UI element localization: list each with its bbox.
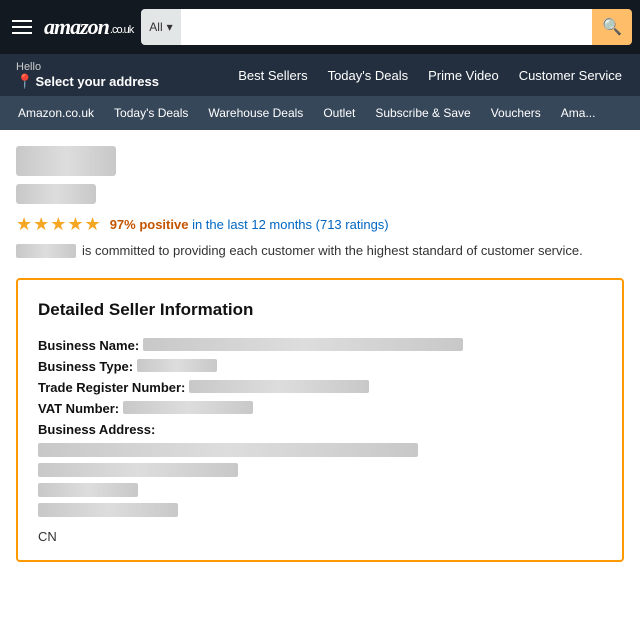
select-address-text: Select your address <box>35 74 159 89</box>
top-navigation: amazon.co.uk All ▾ 🔍 <box>0 0 640 54</box>
trade-register-row: Trade Register Number: <box>38 380 602 395</box>
rating-text: 97% positive in the last 12 months (713 … <box>110 217 389 232</box>
cat-todays-deals[interactable]: Today's Deals <box>104 96 198 130</box>
address-selector[interactable]: Hello 📍 Select your address <box>8 57 167 94</box>
business-type-label: Business Type: <box>38 359 133 374</box>
address-lines <box>38 443 418 523</box>
logo-domain: .co.uk <box>110 25 133 36</box>
seller-name-blur <box>16 244 76 258</box>
seller-sub-image <box>16 184 96 204</box>
main-content: ★★★★★ 97% positive in the last 12 months… <box>0 130 640 578</box>
business-address-label: Business Address: <box>38 422 155 437</box>
location-icon: 📍 <box>16 73 33 90</box>
search-input[interactable] <box>181 9 592 45</box>
star-rating: ★★★★★ <box>16 214 102 235</box>
business-address-row: Business Address: <box>38 422 602 523</box>
cat-amazon-uk[interactable]: Amazon.co.uk <box>8 96 104 130</box>
category-navigation: Amazon.co.uk Today's Deals Warehouse Dea… <box>0 96 640 130</box>
nav-links: Best Sellers Today's Deals Prime Video C… <box>167 64 632 87</box>
positive-percent: 97% positive <box>110 217 189 232</box>
vat-label: VAT Number: <box>38 401 119 416</box>
search-bar: All ▾ 🔍 <box>141 9 632 45</box>
rating-link[interactable]: in the last 12 months (713 ratings) <box>192 217 389 232</box>
trade-register-value <box>189 380 369 393</box>
cat-subscribe-save[interactable]: Subscribe & Save <box>365 96 480 130</box>
nav-customer-service[interactable]: Customer Service <box>509 64 632 87</box>
commitment-text: is committed to providing each customer … <box>82 243 583 258</box>
address-line-1 <box>38 443 418 457</box>
business-name-label: Business Name: <box>38 338 139 353</box>
commitment-row: is committed to providing each customer … <box>16 243 624 258</box>
business-type-row: Business Type: <box>38 359 602 374</box>
seller-info-box: Detailed Seller Information Business Nam… <box>16 278 624 562</box>
seller-info-title: Detailed Seller Information <box>38 300 602 320</box>
hamburger-menu[interactable] <box>8 16 36 38</box>
vat-value <box>123 401 253 414</box>
amazon-logo[interactable]: amazon.co.uk <box>44 16 133 38</box>
country-code: CN <box>38 529 602 544</box>
search-icon: 🔍 <box>602 19 622 36</box>
cat-outlet[interactable]: Outlet <box>313 96 365 130</box>
rating-row: ★★★★★ 97% positive in the last 12 months… <box>16 214 624 235</box>
business-name-row: Business Name: <box>38 338 602 353</box>
cat-vouchers[interactable]: Vouchers <box>481 96 551 130</box>
second-navigation: Hello 📍 Select your address Best Sellers… <box>0 54 640 96</box>
search-button[interactable]: 🔍 <box>592 9 632 45</box>
vat-row: VAT Number: <box>38 401 602 416</box>
address-line-3 <box>38 483 138 497</box>
business-name-value <box>143 338 463 351</box>
cat-more[interactable]: Ama... <box>551 96 606 130</box>
cat-warehouse-deals[interactable]: Warehouse Deals <box>198 96 313 130</box>
trade-register-label: Trade Register Number: <box>38 380 185 395</box>
nav-todays-deals[interactable]: Today's Deals <box>318 64 419 87</box>
seller-image <box>16 146 116 176</box>
nav-prime-video[interactable]: Prime Video <box>418 64 509 87</box>
business-type-value <box>137 359 217 372</box>
logo-text: amazon <box>44 16 109 38</box>
chevron-down-icon: ▾ <box>167 20 173 34</box>
address-line-2 <box>38 463 238 477</box>
address-line-4 <box>38 503 178 517</box>
nav-best-sellers[interactable]: Best Sellers <box>228 64 317 87</box>
hello-text: Hello <box>16 61 159 73</box>
search-category-dropdown[interactable]: All ▾ <box>141 9 180 45</box>
